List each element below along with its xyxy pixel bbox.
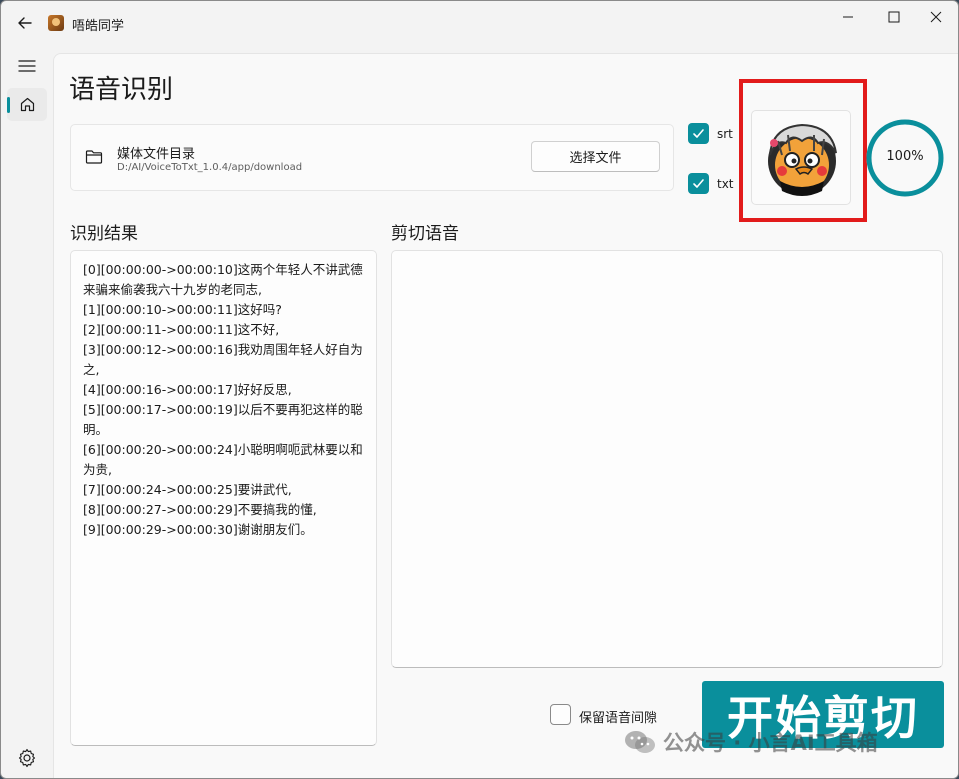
- start-cut-button[interactable]: 开始剪切: [702, 681, 944, 748]
- result-line: [3][00:00:12->00:00:16]我劝周围年轻人好自为之,: [83, 342, 363, 377]
- title-bar: 唔皓同学: [1, 1, 958, 37]
- media-directory-card: 媒体文件目录 D:/AI/VoiceToTxt_1.0.4/app/downlo…: [70, 124, 674, 191]
- keep-gap-checkbox[interactable]: [550, 704, 571, 725]
- back-arrow-icon: [18, 17, 32, 29]
- close-icon: [930, 11, 942, 23]
- results-textarea[interactable]: [0][00:00:00->00:00:10]这两个年轻人不讲武德来骗来偷袭我六…: [70, 250, 377, 746]
- result-line: [2][00:00:11->00:00:11]这不好,: [83, 322, 280, 337]
- back-button[interactable]: [15, 13, 35, 33]
- avatar: [768, 123, 837, 196]
- srt-label: srt: [717, 127, 733, 141]
- app-window: 唔皓同学 语音识别 媒体文件目录 D:/AI/VoiceToTxt_1.0.4/…: [0, 0, 959, 779]
- avatar-frame[interactable]: [751, 110, 851, 205]
- progress-percentage: 100%: [886, 149, 924, 164]
- results-section-title: 识别结果: [70, 224, 138, 244]
- app-logo-icon: [48, 15, 64, 31]
- result-line: [1][00:00:10->00:00:11]这好吗?: [83, 302, 282, 317]
- txt-checkbox[interactable]: [688, 173, 709, 194]
- srt-checkbox[interactable]: [688, 123, 709, 144]
- result-line: [5][00:00:17->00:00:19]以后不要再犯这样的聪明。: [83, 402, 363, 437]
- nav-selected-indicator: [7, 97, 10, 113]
- nav-item-home[interactable]: [7, 88, 47, 121]
- choose-file-button[interactable]: 选择文件: [531, 141, 660, 172]
- maximize-icon: [888, 11, 900, 23]
- result-line: [8][00:00:27->00:00:29]不要搞我的懂,: [83, 502, 317, 517]
- folder-icon: [85, 150, 103, 164]
- media-directory-path: D:/AI/VoiceToTxt_1.0.4/app/download: [117, 162, 303, 173]
- home-icon: [20, 97, 35, 112]
- gear-icon: [18, 748, 36, 768]
- txt-label: txt: [717, 177, 734, 191]
- cut-section-title: 剪切语音: [391, 224, 459, 244]
- checkmark-icon: [693, 129, 704, 138]
- result-line: [6][00:00:20->00:00:24]小聪明啊呃武林要以和为贵,: [83, 442, 363, 477]
- result-line: [7][00:00:24->00:00:25]要讲武代,: [83, 482, 292, 497]
- maximize-button[interactable]: [871, 1, 917, 33]
- cut-voice-panel[interactable]: [391, 250, 943, 668]
- nav-menu-button[interactable]: [15, 54, 39, 78]
- keep-gap-label: 保留语音间隙: [579, 711, 658, 726]
- minimize-icon: [843, 16, 853, 18]
- window-title: 唔皓同学: [72, 19, 125, 34]
- checkmark-icon: [693, 179, 704, 188]
- page-title: 语音识别: [69, 75, 174, 105]
- nav-item-settings[interactable]: [16, 747, 38, 769]
- hamburger-menu-icon: [18, 60, 36, 72]
- minimize-button[interactable]: [825, 1, 871, 33]
- media-directory-label: 媒体文件目录: [117, 147, 196, 162]
- result-line: [4][00:00:16->00:00:17]好好反思,: [83, 382, 292, 397]
- result-line: [9][00:00:29->00:00:30]谢谢朋友们。: [83, 522, 313, 537]
- close-button[interactable]: [913, 1, 958, 33]
- result-line: [0][00:00:00->00:00:10]这两个年轻人不讲武德来骗来偷袭我六…: [83, 262, 363, 297]
